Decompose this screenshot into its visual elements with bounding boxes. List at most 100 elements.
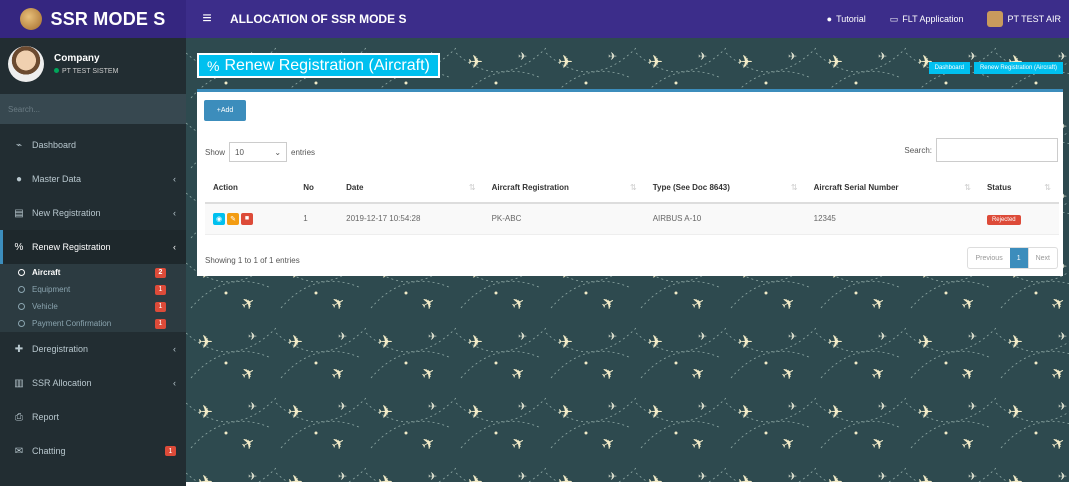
header-title: ALLOCATION OF SSR MODE S [230,12,407,26]
monitor-icon: ▭ [889,13,899,24]
cell-status: Rejected [978,203,1059,235]
subitem-label: Aircraft [32,268,61,277]
user-avatar [8,46,44,82]
file-icon: ▤ [14,207,24,219]
sidebar-item-report[interactable]: ⎙ Report [0,400,186,434]
table-row: ◉ ✎ ■ 1 2019-12-17 10:54:28 PK-ABC AIRBU… [205,203,1059,235]
subitem-label: Payment Confirmation [32,319,112,328]
tutorial-link[interactable]: ● Tutorial [827,14,866,24]
top-navbar: SSR MODE S ≡ ALLOCATION OF SSR MODE S ● … [0,0,1069,38]
action-cell: ◉ ✎ ■ [205,203,296,235]
flt-application-label: FLT Application [902,14,964,24]
column-header-registration[interactable]: Aircraft Registration ⇅ [483,173,645,204]
content-wrapper: ✈ ✈ ✈ % Renew Registration (Aircraft) Da… [186,38,1069,486]
footer-bar [186,482,1069,486]
column-header-label: Date [346,183,364,192]
page-1-button[interactable]: 1 [1009,248,1028,268]
entries-select[interactable]: 10 ⌄ [229,142,288,162]
sidebar-item-dashboard[interactable]: ⌁ Dashboard [0,128,186,162]
column-header-label: Type (See Doc 8643) [652,183,730,192]
subitem-label: Equipment [32,285,71,294]
breadcrumb-dashboard[interactable]: Dashboard [928,62,970,74]
column-header-label: Aircraft Registration [491,183,569,192]
sort-icon: ⇅ [468,183,476,192]
chevron-left-icon: ‹ [173,174,176,184]
column-header-date[interactable]: Date ⇅ [338,173,484,204]
view-eye-icon[interactable]: ◉ [213,212,225,225]
add-button-label: Add [220,107,234,114]
entries-label: entries [291,147,316,157]
column-header-action: Action [205,173,296,204]
chevron-left-icon: ‹ [173,378,176,388]
print-icon: ⎙ [15,411,23,423]
user-menu[interactable]: PT TEST AIR [987,11,1061,27]
column-header-type[interactable]: Type (See Doc 8643) ⇅ [644,173,806,204]
page-title-text: Renew Registration (Aircraft) [224,56,430,74]
breadcrumb-current: Renew Registration (Aircraft) [973,62,1063,74]
page-title: % Renew Registration (Aircraft) [197,53,440,78]
circle-icon: ● [15,173,23,185]
user-status: PT TEST SISTEM [54,68,118,75]
subitem-label: Vehicle [32,302,58,311]
sidebar-subitem-equipment[interactable]: Equipment 1 [0,281,186,298]
next-button[interactable]: Next [1027,248,1057,268]
edit-pencil-icon[interactable]: ✎ [227,212,239,225]
column-header-status[interactable]: Status ⇅ [978,173,1059,204]
sidebar-subitem-vehicle[interactable]: Vehicle 1 [0,298,186,315]
sort-icon: ⇅ [964,183,971,192]
column-header-serial[interactable]: Aircraft Serial Number ⇅ [805,173,979,204]
column-header-label: Action [213,183,238,192]
delete-trash-icon[interactable]: ■ [241,212,253,225]
sidebar-item-chatting[interactable]: ✉ Chatting 1 [0,434,186,468]
sidebar-item-label: Deregistration [32,344,89,354]
cell-no: 1 [295,203,339,235]
cell-date: 2019-12-17 10:54:28 [338,203,484,235]
column-header-label: No [303,183,314,192]
count-badge: 1 [165,446,176,456]
link-icon: % [207,57,220,74]
show-label: Show [205,147,226,157]
table-search: Search: [904,138,1058,162]
app-logo[interactable]: SSR MODE S [0,0,186,38]
flt-application-link[interactable]: ▭ FLT Application [890,14,964,25]
sidebar-item-deregistration[interactable]: ✚ Deregistration ‹ [0,332,186,366]
sort-icon: ⇅ [790,183,798,192]
data-table-box: + Add Show 10 ⌄ entries Search: Action N… [197,89,1063,276]
circle-outline-icon [18,303,25,310]
sidebar-subitem-aircraft[interactable]: Aircraft 2 [0,264,186,281]
count-badge: 2 [155,267,166,278]
app-name: SSR MODE S [50,8,166,29]
link-icon: % [14,241,24,253]
cell-registration: PK-ABC [483,203,645,235]
sidebar-item-ssr-allocation[interactable]: ▥ SSR Allocation ‹ [0,366,186,400]
count-badge: 1 [155,318,166,329]
circle-outline-icon [18,269,25,276]
previous-button[interactable]: Previous [968,248,1009,268]
column-header-no[interactable]: No [295,173,339,204]
sidebar: Company PT TEST SISTEM Search... ⌁ Dashb… [0,38,186,486]
search-input[interactable] [936,138,1058,162]
user-org: PT TEST SISTEM [62,68,119,75]
sidebar-item-renew-registration[interactable]: % Renew Registration ‹ [0,230,186,264]
add-button[interactable]: + Add [204,100,246,121]
sidebar-item-label: Chatting [32,446,66,456]
entries-select-value: 10 [235,147,244,157]
table-header-row: Action No Date ⇅ Aircraft Registration ⇅ T… [205,173,1059,204]
online-dot-icon [54,68,59,73]
status-badge: Rejected [986,215,1021,226]
chat-icon: ✉ [14,445,24,457]
user-menu-label: PT TEST AIR [1007,14,1061,24]
sidebar-subitem-payment-confirmation[interactable]: Payment Confirmation 1 [0,315,186,332]
sidebar-item-master-data[interactable]: ● Master Data ‹ [0,162,186,196]
user-panel: Company PT TEST SISTEM [0,38,186,90]
logo-icon [20,8,43,30]
sidebar-item-label: Report [32,412,60,422]
count-badge: 1 [155,301,166,312]
chevron-left-icon: ‹ [173,344,176,354]
hamburger-icon[interactable]: ≡ [198,10,216,28]
sidebar-item-new-registration[interactable]: ▤ New Registration ‹ [0,196,186,230]
sort-icon: ⇅ [1044,183,1051,192]
sidebar-item-label: Renew Registration [32,242,111,252]
info-icon: ● [826,14,833,24]
sidebar-search-input[interactable]: Search... [0,94,186,124]
